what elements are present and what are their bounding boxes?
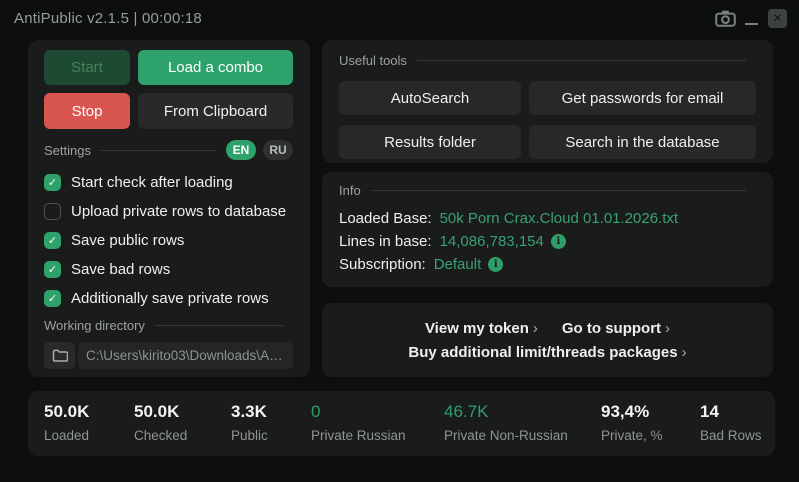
stat-label: Private Russian <box>311 428 444 443</box>
stat-label: Loaded <box>44 428 134 443</box>
get-passwords-button[interactable]: Get passwords for email <box>529 81 756 115</box>
stat-label: Public <box>231 428 311 443</box>
checkbox-icon <box>44 203 61 220</box>
info-icon[interactable] <box>551 234 566 249</box>
stat-value: 14 <box>700 402 762 422</box>
stat-value: 93,4% <box>601 402 700 422</box>
stat-value: 0 <box>311 402 444 422</box>
subscription-label: Subscription: <box>339 256 426 273</box>
stat-value: 46.7K <box>444 402 601 422</box>
folder-icon <box>52 349 68 362</box>
lines-in-base-row: Lines in base: 14,086,783,154 <box>339 230 756 253</box>
section-divider <box>155 325 283 326</box>
window-title: AntiPublic v2.1.5 | 00:00:18 <box>14 10 202 27</box>
checkbox-label: Upload private rows to database <box>71 203 286 220</box>
checkbox-save-private-rows[interactable]: Additionally save private rows <box>44 289 293 307</box>
checkbox-icon <box>44 261 61 278</box>
stat-label: Private, % <box>601 428 700 443</box>
stat-private-russian: 0 Private Russian <box>311 402 444 456</box>
info-icon[interactable] <box>488 257 503 272</box>
language-toggle: EN RU <box>226 140 293 160</box>
results-folder-button[interactable]: Results folder <box>339 125 521 159</box>
view-token-label: View my token <box>425 320 529 337</box>
checkbox-icon <box>44 174 61 191</box>
checkbox-save-public-rows[interactable]: Save public rows <box>44 231 293 249</box>
section-divider <box>417 60 746 61</box>
stat-public: 3.3K Public <box>231 402 311 456</box>
titlebar: AntiPublic v2.1.5 | 00:00:18 ✕ <box>0 0 799 32</box>
checkbox-icon <box>44 232 61 249</box>
control-panel: Start Load a combo Stop From Clipboard S… <box>28 40 310 377</box>
checkbox-save-bad-rows[interactable]: Save bad rows <box>44 260 293 278</box>
stat-private-non-russian: 46.7K Private Non-Russian <box>444 402 601 456</box>
checkbox-icon <box>44 290 61 307</box>
autosearch-button[interactable]: AutoSearch <box>339 81 521 115</box>
useful-tools-label: Useful tools <box>339 53 407 68</box>
lines-in-base-value: 14,086,783,154 <box>440 233 544 250</box>
chevron-right-icon: › <box>533 320 538 337</box>
checkbox-upload-private-rows[interactable]: Upload private rows to database <box>44 202 293 220</box>
stats-bar: 50.0K Loaded 50.0K Checked 3.3K Public 0… <box>28 391 775 456</box>
checkbox-label: Additionally save private rows <box>71 290 269 307</box>
buy-packages-label: Buy additional limit/threads packages <box>408 344 677 361</box>
start-button[interactable]: Start <box>44 50 130 85</box>
screenshot-button[interactable] <box>715 10 736 27</box>
section-divider <box>101 150 216 151</box>
stat-label: Checked <box>134 428 231 443</box>
close-button[interactable]: ✕ <box>768 9 787 28</box>
close-icon: ✕ <box>772 11 782 25</box>
section-divider <box>371 190 746 191</box>
working-directory-input[interactable] <box>78 342 293 369</box>
chevron-right-icon: › <box>665 320 670 337</box>
working-directory-label: Working directory <box>44 318 145 333</box>
info-header: Info <box>339 183 756 198</box>
checkbox-start-check-after-loading[interactable]: Start check after loading <box>44 173 293 191</box>
stat-private-percent: 93,4% Private, % <box>601 402 700 456</box>
browse-folder-button[interactable] <box>44 342 75 369</box>
loaded-base-value: 50k Porn Crax.Cloud 01.01.2026.txt <box>440 210 678 227</box>
stat-bad-rows: 14 Bad Rows <box>700 402 762 456</box>
info-panel: Info Loaded Base: 50k Porn Crax.Cloud 01… <box>322 172 773 287</box>
checkbox-label: Start check after loading <box>71 174 233 191</box>
app-window: AntiPublic v2.1.5 | 00:00:18 ✕ Start Loa… <box>0 0 799 482</box>
search-database-button[interactable]: Search in the database <box>529 125 756 159</box>
loaded-base-row: Loaded Base: 50k Porn Crax.Cloud 01.01.2… <box>339 207 756 230</box>
settings-checkbox-list: Start check after loading Upload private… <box>44 173 293 307</box>
stat-label: Bad Rows <box>700 428 762 443</box>
stat-loaded: 50.0K Loaded <box>44 402 134 456</box>
lang-ru-button[interactable]: RU <box>263 140 293 160</box>
links-panel: View my token› Go to support› Buy additi… <box>322 303 773 377</box>
stat-value: 50.0K <box>44 402 134 422</box>
minimize-button[interactable] <box>745 10 759 26</box>
buy-packages-link[interactable]: Buy additional limit/threads packages › <box>408 344 686 361</box>
stat-label: Private Non-Russian <box>444 428 601 443</box>
checkbox-label: Save bad rows <box>71 261 170 278</box>
stat-value: 50.0K <box>134 402 231 422</box>
support-link[interactable]: Go to support› <box>562 320 670 337</box>
stop-button[interactable]: Stop <box>44 93 130 129</box>
camera-icon <box>715 10 736 27</box>
useful-tools-panel: Useful tools AutoSearch Get passwords fo… <box>322 40 773 163</box>
settings-label: Settings <box>44 143 91 158</box>
working-directory-header: Working directory <box>44 318 293 333</box>
loaded-base-label: Loaded Base: <box>339 210 432 227</box>
checkbox-label: Save public rows <box>71 232 184 249</box>
subscription-value: Default <box>434 256 482 273</box>
from-clipboard-button[interactable]: From Clipboard <box>138 93 293 129</box>
chevron-right-icon: › <box>682 344 687 361</box>
load-combo-button[interactable]: Load a combo <box>138 50 293 85</box>
support-label: Go to support <box>562 320 661 337</box>
stat-value: 3.3K <box>231 402 311 422</box>
stat-checked: 50.0K Checked <box>134 402 231 456</box>
lang-en-button[interactable]: EN <box>226 140 256 160</box>
lines-in-base-label: Lines in base: <box>339 233 432 250</box>
info-label: Info <box>339 183 361 198</box>
view-token-link[interactable]: View my token› <box>425 320 538 337</box>
settings-header: Settings EN RU <box>44 140 293 160</box>
subscription-row: Subscription: Default <box>339 253 756 276</box>
window-controls: ✕ <box>715 9 787 28</box>
useful-tools-header: Useful tools <box>339 53 756 68</box>
